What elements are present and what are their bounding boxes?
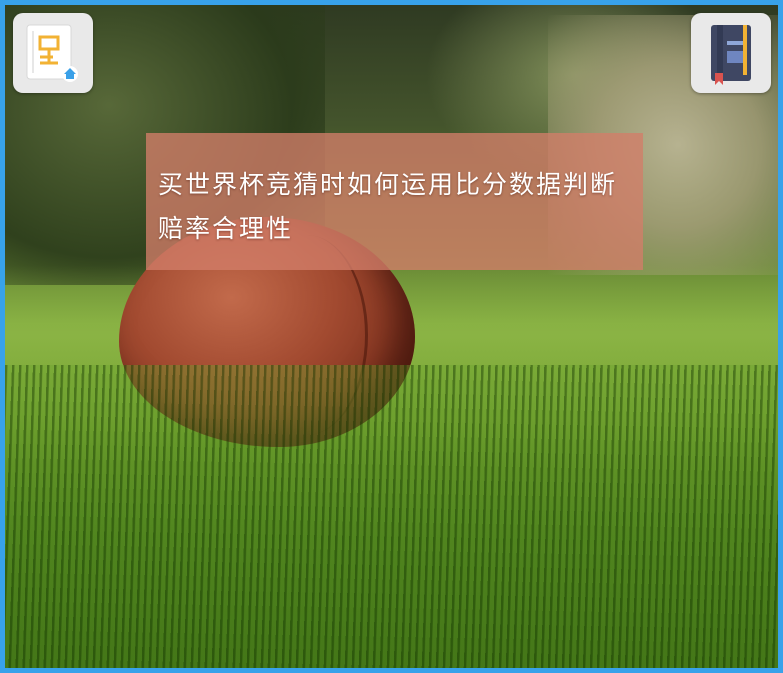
page-frame: 买世界杯竞猜时如何运用比分数据判断赔率合理性 <box>0 0 783 673</box>
home-sitemap-button[interactable] <box>13 13 93 93</box>
article-headline: 买世界杯竞猜时如何运用比分数据判断赔率合理性 <box>158 170 618 243</box>
bookmark-button[interactable] <box>691 13 771 93</box>
book-icon <box>711 25 751 85</box>
grass-foreground <box>5 365 778 668</box>
hero-image <box>5 5 778 668</box>
sitemap-home-icon <box>26 24 78 82</box>
